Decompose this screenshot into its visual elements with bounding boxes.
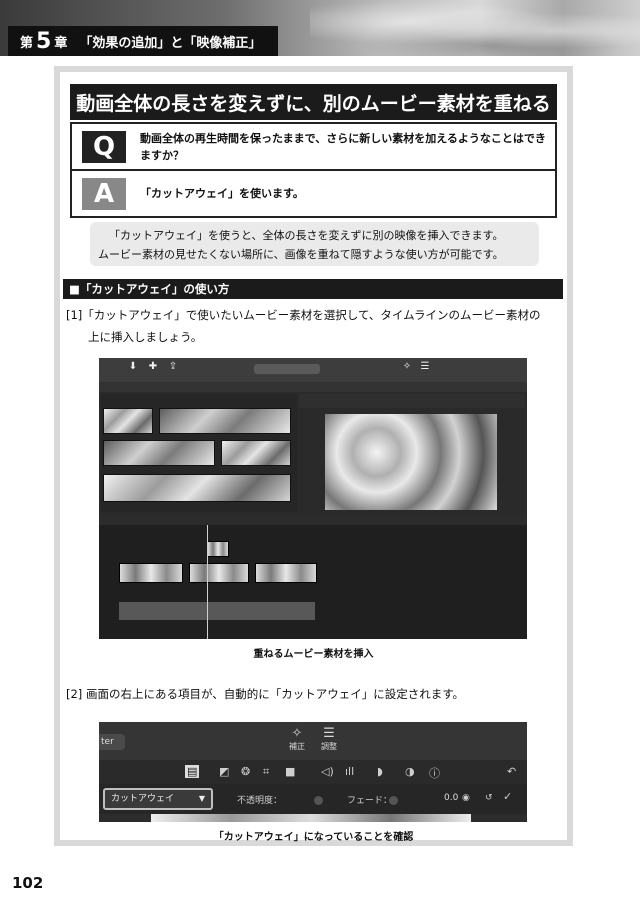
preview-viewer <box>325 414 497 510</box>
color-correction-icon: ❂ <box>241 765 251 778</box>
intro-note: 「カットアウェイ」を使うと、全体の長さを変えずに別の映像を挿入できます。 ムービ… <box>90 222 539 266</box>
browser-header <box>99 382 527 392</box>
fade-stepper-icon[interactable]: ◉ <box>462 793 470 803</box>
timeline-clip <box>189 563 249 583</box>
header-cloud-photo <box>310 0 640 56</box>
apply-checkmark-icon[interactable]: ✓ <box>503 790 512 803</box>
step-2: [2] 画面の右上にある項目が、自動的に「カットアウェイ」に設定されます。 <box>66 687 465 701</box>
chapter-title: 「効果の追加」と「映像補正」 <box>79 35 262 51</box>
speed-icon: ◗ <box>377 765 383 778</box>
magic-wand-icon: ✧ <box>291 726 303 741</box>
clip-thumbnail <box>159 408 291 434</box>
chevron-down-icon: ▼ <box>198 794 205 803</box>
add-icon: ✚ <box>148 361 158 372</box>
overlay-mode-dropdown[interactable]: カットアウェイ ▼ <box>103 788 213 810</box>
opacity-label: 不透明度： <box>237 796 283 806</box>
fade-label: フェード： <box>347 796 393 806</box>
page-title: 動画全体の長さを変えずに、別のムービー素材を重ねる <box>70 84 557 120</box>
adjust-bar <box>299 394 525 408</box>
timeline-clip <box>119 563 183 583</box>
chapter-prefix: 第 <box>20 35 34 51</box>
imovie-top-bar: ter ✧ 補正 ☰ 調整 <box>99 722 527 760</box>
adjust-tool: ☰ 調整 <box>317 726 341 752</box>
overlay-settings-icon: ▤ <box>185 765 200 778</box>
share-icon: ⇪ <box>168 361 178 372</box>
fade-value: 0.0 <box>444 793 459 803</box>
enhance-label: 補正 <box>289 742 305 751</box>
imovie-adjust-bar-screenshot: ter ✧ 補正 ☰ 調整 ▤ ◩ ❂ ⌗ ■ ◁) ıll ◗ ◑ ⓘ ↶ カ… <box>99 722 527 822</box>
equalizer-icon: ıll <box>345 765 355 778</box>
timeline-header <box>99 515 527 525</box>
answer-text: 「カットアウェイ」を使います。 <box>140 187 304 200</box>
page-number: 102 <box>12 874 44 892</box>
content-card: 動画全体の長さを変えずに、別のムービー素材を重ねる Q 動画全体の再生時間を保っ… <box>60 72 567 843</box>
intro-line-1: 「カットアウェイ」を使うと、全体の長さを変えずに別の映像を挿入できます。 <box>109 229 504 242</box>
screenshot-1-caption: 重ねるムービー素材を挿入 <box>253 649 374 660</box>
info-icon: ⓘ <box>429 767 440 780</box>
audio-track <box>119 602 315 620</box>
cutaway-clip <box>207 541 229 557</box>
volume-icon: ◁) <box>321 765 334 778</box>
undo-icon: ↶ <box>507 765 517 778</box>
sliders-icon: ☰ <box>323 726 335 741</box>
adjust-icons-row: ▤ ◩ ❂ ⌗ ■ ◁) ıll ◗ ◑ ⓘ ↶ <box>99 760 527 784</box>
reset-icon[interactable]: ↺ <box>485 793 493 803</box>
clip-thumbnail <box>103 440 215 466</box>
adjust-icon: ☰ <box>420 361 430 372</box>
intro-line-2: ムービー素材の見せたくない場所に、画像を重ねて隠すような使い方が可能です。 <box>98 248 504 261</box>
chapter-tab: 第 5 章 「効果の追加」と「映像補正」 <box>8 26 278 56</box>
screenshot-2-caption: 「カットアウェイ」になっていることを確認 <box>213 832 414 843</box>
timeline <box>99 515 527 639</box>
cutaway-controls: カットアウェイ ▼ 不透明度： フェード： 0.0 ◉ ↺ ✓ <box>99 784 527 814</box>
filter-icon: ◑ <box>405 765 415 778</box>
chapter-suffix: 章 <box>54 35 68 51</box>
media-browser <box>101 394 297 512</box>
clip-thumbnail <box>221 440 291 466</box>
import-icon: ⬇ <box>128 361 138 372</box>
enhance-wand-icon: ✧ <box>402 361 412 372</box>
section-heading: ■「カットアウェイ」の使い方 <box>63 279 563 299</box>
clip-thumbnail <box>103 408 153 434</box>
step-1-line-1: [1]「カットアウェイ」で使いたいムービー素材を選択して、タイムラインのムービー… <box>66 308 541 322</box>
theater-button-fragment: ter <box>99 734 125 750</box>
clip-thumbnail <box>103 474 291 502</box>
step-1-line-2: 上に挿入しましょう。 <box>88 330 203 344</box>
enhance-tool: ✧ 補正 <box>285 726 309 752</box>
content-frame: 動画全体の長さを変えずに、別のムービー素材を重ねる Q 動画全体の再生時間を保っ… <box>54 66 573 846</box>
question-text: 動画全体の再生時間を保ったままで、さらに新しい素材を加えるようなことはできますか… <box>140 131 546 162</box>
opacity-slider[interactable] <box>314 796 323 805</box>
library-toggle <box>254 364 320 374</box>
timeline-clip <box>255 563 317 583</box>
preview-strip <box>151 814 471 822</box>
question-row: Q 動画全体の再生時間を保ったままで、さらに新しい素材を加えるようなことはできま… <box>72 124 555 171</box>
overlay-mode-value: カットアウェイ <box>111 794 175 804</box>
playhead <box>207 525 208 639</box>
imovie-toolbar: ⬇ ✚ ⇪ ✧ ☰ <box>99 358 527 382</box>
q-badge: Q <box>82 130 126 163</box>
a-badge: A <box>82 177 126 210</box>
crop-icon: ⌗ <box>263 765 270 778</box>
color-balance-icon: ◩ <box>219 765 230 778</box>
fade-slider[interactable] <box>389 796 398 805</box>
stabilization-icon: ■ <box>285 765 296 778</box>
chapter-number: 5 <box>36 28 52 54</box>
imovie-screenshot: ⬇ ✚ ⇪ ✧ ☰ <box>99 358 527 639</box>
answer-row: A 「カットアウェイ」を使います。 <box>72 171 555 216</box>
step-1: [1]「カットアウェイ」で使いたいムービー素材を選択して、タイムラインのムービー… <box>66 304 561 348</box>
qa-box: Q 動画全体の再生時間を保ったままで、さらに新しい素材を加えるようなことはできま… <box>70 122 557 218</box>
chapter-header-band: 第 5 章 「効果の追加」と「映像補正」 <box>0 0 640 56</box>
adjust-label: 調整 <box>321 742 337 751</box>
